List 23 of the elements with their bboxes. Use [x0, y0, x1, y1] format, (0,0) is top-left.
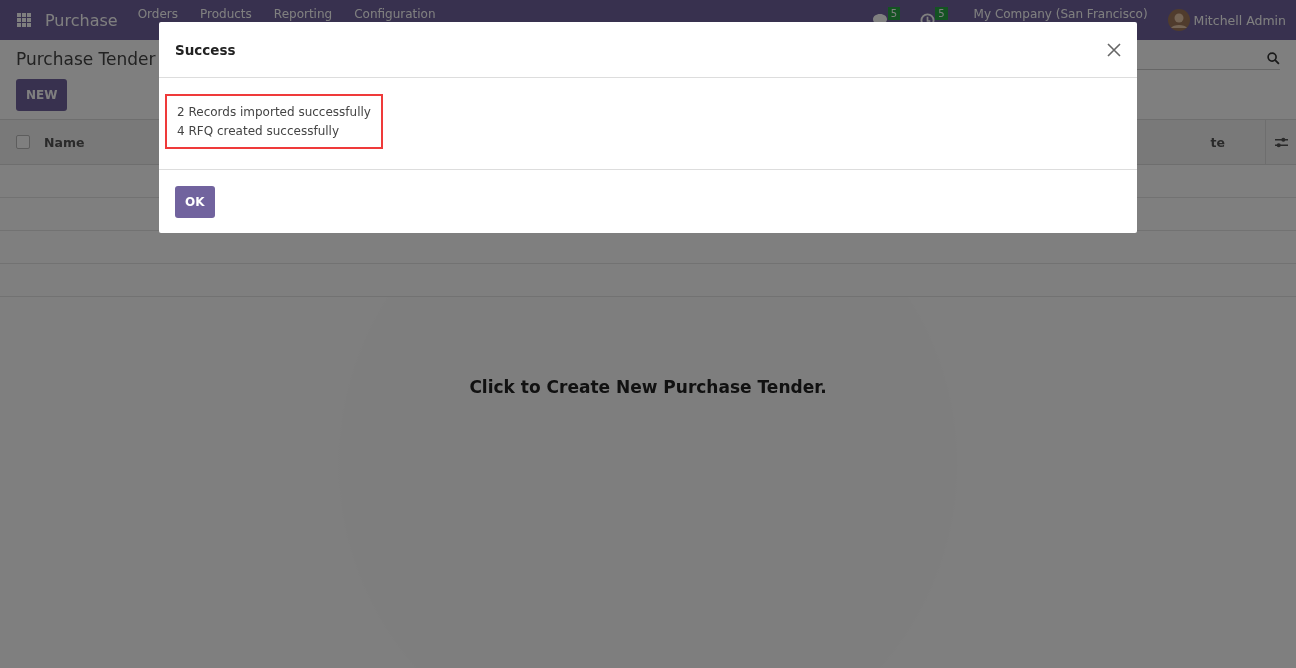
ok-button[interactable]: OK	[175, 185, 215, 218]
menu-item[interactable]: Reporting	[273, 7, 333, 21]
app-name[interactable]: Purchase	[45, 10, 118, 30]
new-button[interactable]: NEW	[16, 79, 68, 111]
page-title: Purchase Tender	[16, 49, 156, 69]
result-message: 4 RFQ created successfully	[177, 124, 340, 138]
dialog-title: Success	[175, 41, 236, 58]
column-header[interactable]: Name	[44, 134, 85, 150]
menu-item[interactable]: Orders	[137, 7, 178, 21]
empty-list-help: Click to Create New Purchase Tender.	[469, 377, 827, 399]
message-count-badge: 5	[887, 6, 901, 20]
result-message: 2 Records imported successfully	[177, 105, 371, 119]
menu-item[interactable]: Products	[200, 7, 252, 21]
menu-item[interactable]: Configuration	[354, 7, 436, 21]
close-icon[interactable]	[1107, 42, 1121, 57]
company-name[interactable]: My Company (San Francisco)	[973, 7, 1148, 21]
user-name[interactable]: Mitchell Admin	[1193, 12, 1286, 28]
select-all-checkbox[interactable]	[16, 135, 30, 149]
apps-menu-icon[interactable]	[17, 13, 31, 27]
column-header[interactable]: te	[1210, 134, 1225, 150]
activity-count-badge: 5	[935, 6, 948, 20]
search-icon[interactable]	[1267, 52, 1280, 65]
column-settings-icon[interactable]	[1273, 135, 1289, 149]
